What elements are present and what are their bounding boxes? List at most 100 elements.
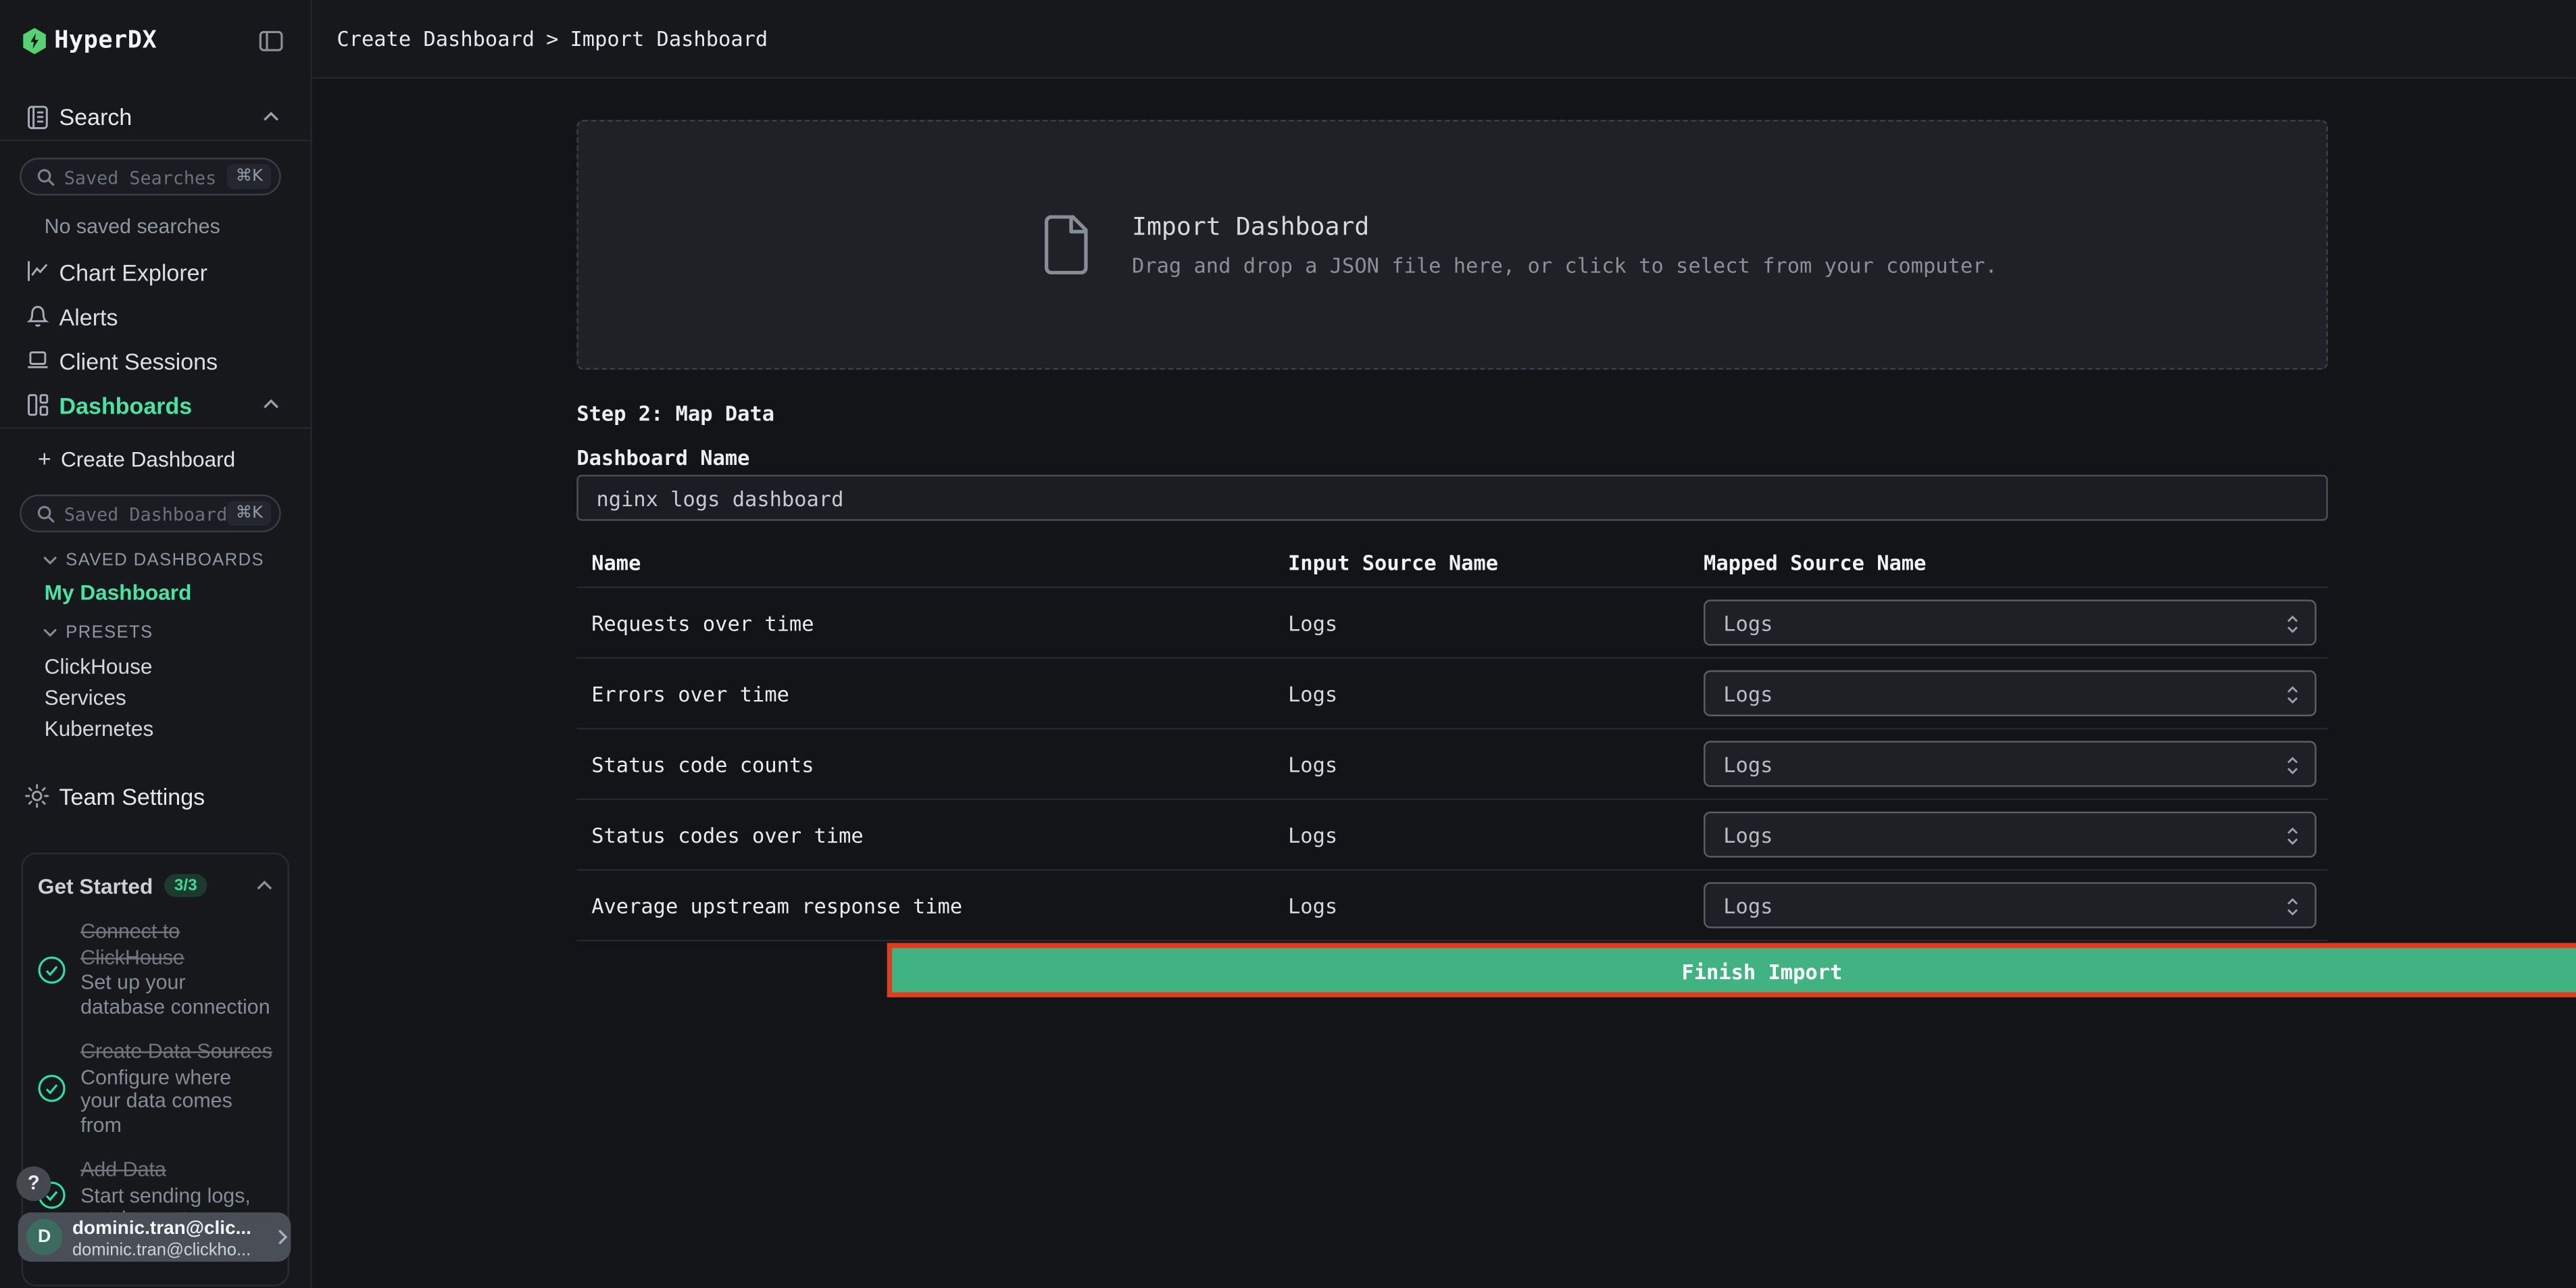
hyperdx-logo-icon — [23, 28, 46, 54]
mapped-source-select[interactable]: Logs — [1704, 670, 2317, 716]
sidebar-item-services[interactable]: Services — [45, 685, 126, 710]
group-header-label: PRESETS — [66, 622, 153, 642]
saved-searches-input[interactable] — [61, 161, 232, 195]
mapped-source-select[interactable]: Logs — [1704, 599, 2317, 645]
select-value: Logs — [1723, 682, 1773, 706]
step-label: Step 2: Map Data — [576, 401, 774, 425]
dashboard-name-input[interactable] — [576, 475, 2328, 521]
presets-group-header[interactable]: PRESETS — [0, 621, 310, 644]
chart-name: Status code counts — [591, 752, 814, 776]
sidebar-item-chart-explorer[interactable]: Chart Explorer — [0, 250, 310, 295]
input-source: Logs — [1288, 611, 1337, 635]
chevron-down-icon — [43, 555, 57, 566]
mapped-source-select[interactable]: Logs — [1704, 812, 2317, 858]
get-started-title: Get Started — [38, 873, 153, 897]
group-header-label: SAVED DASHBOARDS — [66, 550, 264, 570]
saved-dashboards-group-header[interactable]: SAVED DASHBOARDS — [0, 549, 310, 572]
input-source: Logs — [1288, 682, 1337, 706]
input-source: Logs — [1288, 823, 1337, 847]
dropzone-subtitle: Drag and drop a JSON file here, or click… — [1132, 253, 1998, 277]
sidebar-item-dashboards[interactable]: Dashboards — [0, 382, 310, 427]
chevron-down-icon — [43, 628, 57, 638]
dropzone-title: Import Dashboard — [1132, 212, 1998, 242]
saved-dashboards-input[interactable] — [61, 498, 232, 532]
sidebar-item-alerts[interactable]: Alerts — [0, 294, 310, 339]
breadcrumb: Create Dashboard > Import Dashboard — [337, 26, 768, 51]
breadcrumb-parent[interactable]: Create Dashboard — [337, 26, 535, 51]
sidebar-item-label: Alerts — [59, 304, 118, 330]
input-source: Logs — [1288, 752, 1337, 776]
select-chevrons-icon — [2285, 613, 2300, 636]
column-header-mapped-source: Mapped Source Name — [1704, 550, 1926, 574]
sidebar-item-label: Dashboards — [59, 393, 193, 419]
get-started-header: Get Started 3/3 — [38, 872, 273, 899]
step-title: Connect to ClickHouse — [80, 920, 272, 970]
chevron-up-icon[interactable] — [256, 881, 272, 891]
chevron-up-icon — [263, 399, 279, 410]
chevron-up-icon — [263, 112, 279, 122]
table-header-row: Name Input Source Name Mapped Source Nam… — [576, 542, 2328, 588]
select-value: Logs — [1723, 752, 1773, 776]
sidebar-item-kubernetes[interactable]: Kubernetes — [45, 716, 154, 741]
team-settings-label: Team Settings — [59, 784, 205, 810]
logo-row: HyperDX — [0, 20, 310, 62]
profile-email: dominic.tran@clickho... — [72, 1240, 266, 1260]
table-row: Average upstream response time Logs Logs — [576, 870, 2328, 941]
input-source: Logs — [1288, 894, 1337, 918]
import-dropzone[interactable]: Import Dashboard Drag and drop a JSON fi… — [576, 120, 2328, 370]
saved-dashboards-searchbox[interactable]: ⌘K — [20, 495, 281, 532]
search-icon — [36, 168, 55, 187]
profile-menu[interactable]: D dominic.tran@clic... dominic.tran@clic… — [18, 1212, 291, 1262]
shortcut-badge: ⌘K — [228, 164, 272, 189]
mapped-source-select[interactable]: Logs — [1704, 883, 2317, 928]
shortcut-badge: ⌘K — [228, 501, 272, 525]
profile-name: dominic.tran@clic... — [72, 1219, 266, 1239]
mapping-table: Name Input Source Name Mapped Source Nam… — [576, 542, 2328, 941]
table-row: Errors over time Logs Logs — [576, 659, 2328, 730]
saved-searches-searchbox[interactable]: ⌘K — [20, 157, 281, 195]
select-value: Logs — [1723, 611, 1773, 635]
gear-icon — [24, 784, 49, 808]
step-description: Set up your database connection — [80, 971, 272, 1019]
brand-title: HyperDX — [54, 28, 157, 54]
select-value: Logs — [1723, 894, 1773, 918]
sidebar-item-my-dashboard[interactable]: My Dashboard — [45, 580, 192, 604]
get-started-item-connect[interactable]: Connect to ClickHouse Set up your databa… — [38, 920, 273, 1018]
avatar: D — [26, 1219, 62, 1255]
chevron-right-icon — [278, 1229, 288, 1245]
topbar: Create Dashboard > Import Dashboard — [312, 0, 2576, 79]
divider — [0, 140, 310, 141]
create-dashboard-button[interactable]: + Create Dashboard — [0, 437, 310, 482]
help-button[interactable]: ? — [16, 1166, 51, 1201]
check-circle-icon — [38, 1074, 66, 1102]
step-title: Create Data Sources — [80, 1040, 272, 1066]
sidebar-section-search[interactable]: Search — [0, 95, 310, 141]
sidebar-item-team-settings[interactable]: Team Settings — [0, 774, 310, 820]
search-icon — [36, 504, 55, 524]
mapped-source-select[interactable]: Logs — [1704, 741, 2317, 787]
table-row: Status code counts Logs Logs — [576, 729, 2328, 800]
sidebar: HyperDX Search ⌘K No saved searches — [0, 0, 312, 1288]
bell-icon — [26, 304, 49, 328]
finish-import-button[interactable]: Finish Import — [887, 943, 2576, 997]
breadcrumb-current: Import Dashboard — [570, 26, 768, 51]
file-icon — [1043, 215, 1089, 274]
laptop-icon — [26, 348, 49, 371]
sidebar-collapse-icon[interactable] — [258, 28, 284, 54]
dashboard-name-label: Dashboard Name — [576, 445, 749, 470]
select-value: Logs — [1723, 823, 1773, 847]
check-circle-icon — [38, 956, 66, 983]
progress-badge: 3/3 — [164, 874, 207, 897]
chart-name: Errors over time — [591, 682, 789, 706]
select-chevrons-icon — [2285, 754, 2300, 777]
breadcrumb-separator: > — [546, 26, 558, 51]
chart-name: Requests over time — [591, 611, 814, 635]
app-window: HyperDX Search ⌘K No saved searches — [0, 0, 2576, 1288]
sidebar-item-client-sessions[interactable]: Client Sessions — [0, 339, 310, 383]
main-content: Import Dashboard Drag and drop a JSON fi… — [312, 79, 2576, 1288]
get-started-item-sources[interactable]: Create Data Sources Configure where your… — [38, 1040, 273, 1137]
select-chevrons-icon — [2285, 824, 2300, 847]
select-chevrons-icon — [2285, 895, 2300, 918]
sidebar-item-clickhouse[interactable]: ClickHouse — [45, 654, 153, 678]
table-row: Status codes over time Logs Logs — [576, 800, 2328, 871]
